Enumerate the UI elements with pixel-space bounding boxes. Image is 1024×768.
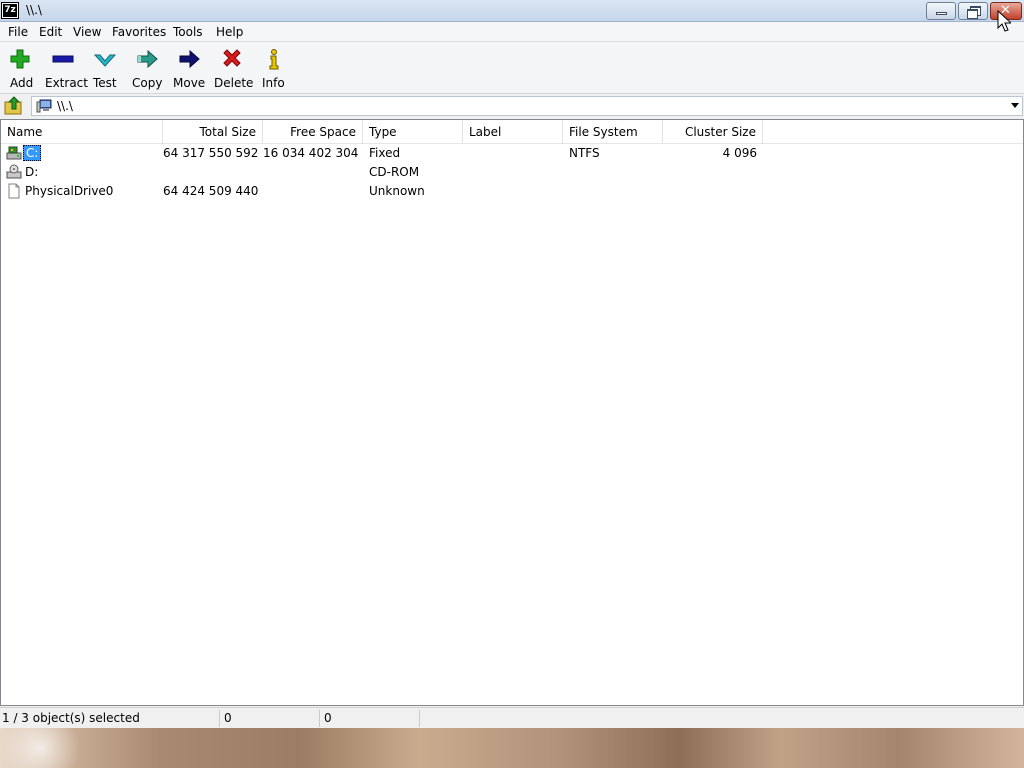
minus-icon	[52, 55, 74, 63]
menu-file[interactable]: File	[8, 25, 28, 39]
app-window: 7z \\.\ ✕ File Edit View Favorites Tools…	[0, 0, 1024, 728]
column-file-system[interactable]: File System	[563, 120, 663, 144]
list-item-free-space	[263, 163, 357, 182]
extract-button[interactable]: Extract	[42, 46, 88, 92]
computer-icon	[36, 99, 52, 113]
list-item-cluster-size	[663, 163, 757, 182]
list-item-cluster-size	[663, 182, 757, 201]
check-icon	[94, 54, 116, 67]
status-packed: 0	[322, 710, 420, 727]
list-item-total-size: 64 317 550 592	[163, 146, 259, 160]
mouse-cursor-icon	[997, 10, 1011, 32]
list-item-name[interactable]: C:	[23, 145, 42, 161]
restore-button[interactable]	[958, 2, 988, 20]
column-name[interactable]: Name	[1, 120, 163, 144]
list-item-file-system: NTFS	[569, 146, 600, 160]
menu-view[interactable]: View	[73, 25, 101, 39]
add-button[interactable]: Add	[4, 46, 36, 92]
minimize-button[interactable]	[926, 2, 956, 20]
copy-button[interactable]: Copy	[130, 46, 164, 92]
title-bar[interactable]: 7z \\.\ ✕	[0, 0, 1024, 22]
list-item-name: PhysicalDrive0	[25, 184, 114, 198]
column-total-size[interactable]: Total Size	[163, 120, 263, 144]
address-field[interactable]: \\.\	[31, 96, 1023, 116]
menu-help[interactable]: Help	[216, 25, 243, 39]
app-icon[interactable]: 7z	[1, 2, 19, 19]
hard-drive-icon	[6, 146, 22, 160]
list-item-cluster-size: 4 096	[722, 146, 757, 160]
list-item-type: Unknown	[369, 184, 425, 198]
menu-favorites[interactable]: Favorites	[112, 25, 166, 39]
plus-icon	[10, 49, 30, 69]
window-title: \\.\	[26, 3, 42, 17]
chevron-down-icon[interactable]	[1011, 103, 1019, 108]
move-arrow-icon	[179, 49, 200, 69]
toolbar: Add Extract Test Copy Move Delete Info	[0, 42, 1024, 94]
list-item-d-drive[interactable]: D: CD-ROM	[1, 163, 1023, 182]
list-item-physical-drive[interactable]: PhysicalDrive0 64 424 509 440 Unknown	[1, 182, 1023, 201]
list-item-c-drive[interactable]: C: 64 317 550 592 16 034 402 304 Fixed N…	[1, 144, 1023, 163]
status-selection: 1 / 3 object(s) selected	[0, 710, 220, 727]
move-label: Move	[173, 76, 206, 90]
address-path: \\.\	[57, 99, 73, 113]
extract-label: Extract	[45, 76, 88, 90]
list-item-type: CD-ROM	[369, 165, 420, 179]
copy-label: Copy	[132, 76, 163, 90]
add-label: Add	[10, 76, 34, 90]
list-item-free-space	[263, 182, 357, 201]
copy-arrow-icon	[137, 49, 158, 69]
menu-bar: File Edit View Favorites Tools Help	[0, 22, 1024, 42]
menu-edit[interactable]: Edit	[39, 25, 62, 39]
info-button[interactable]: Info	[259, 46, 287, 92]
status-bar: 1 / 3 object(s) selected 0 0	[0, 707, 1024, 728]
delete-label: Delete	[214, 76, 254, 90]
test-label: Test	[93, 76, 117, 90]
file-list[interactable]: Name Total Size Free Space Type Label Fi…	[0, 119, 1024, 706]
test-button[interactable]: Test	[90, 46, 120, 92]
list-item-total-size: 64 424 509 440	[163, 184, 259, 198]
file-icon	[8, 183, 20, 199]
move-button[interactable]: Move	[171, 46, 205, 92]
folder-up-button[interactable]	[3, 96, 25, 116]
list-item-name: D:	[25, 165, 39, 179]
desktop-wallpaper	[0, 728, 1024, 768]
list-header: Name Total Size Free Space Type Label Fi…	[1, 120, 1023, 144]
column-type[interactable]: Type	[363, 120, 463, 144]
column-label[interactable]: Label	[463, 120, 563, 144]
address-bar: \\.\	[0, 94, 1024, 118]
list-item-total-size	[163, 163, 257, 182]
folder-up-icon	[4, 96, 22, 115]
column-free-space[interactable]: Free Space	[263, 120, 363, 144]
delete-x-icon	[223, 49, 241, 67]
column-cluster-size[interactable]: Cluster Size	[663, 120, 763, 144]
info-icon	[269, 49, 279, 70]
delete-button[interactable]: Delete	[213, 46, 254, 92]
menu-tools[interactable]: Tools	[173, 25, 203, 39]
cd-drive-icon	[6, 164, 22, 179]
list-item-type: Fixed	[369, 146, 401, 160]
info-label: Info	[262, 76, 285, 90]
status-size: 0	[222, 710, 320, 727]
list-item-free-space: 16 034 402 304	[263, 146, 359, 160]
minimize-icon	[936, 12, 947, 15]
restore-icon	[967, 6, 981, 19]
